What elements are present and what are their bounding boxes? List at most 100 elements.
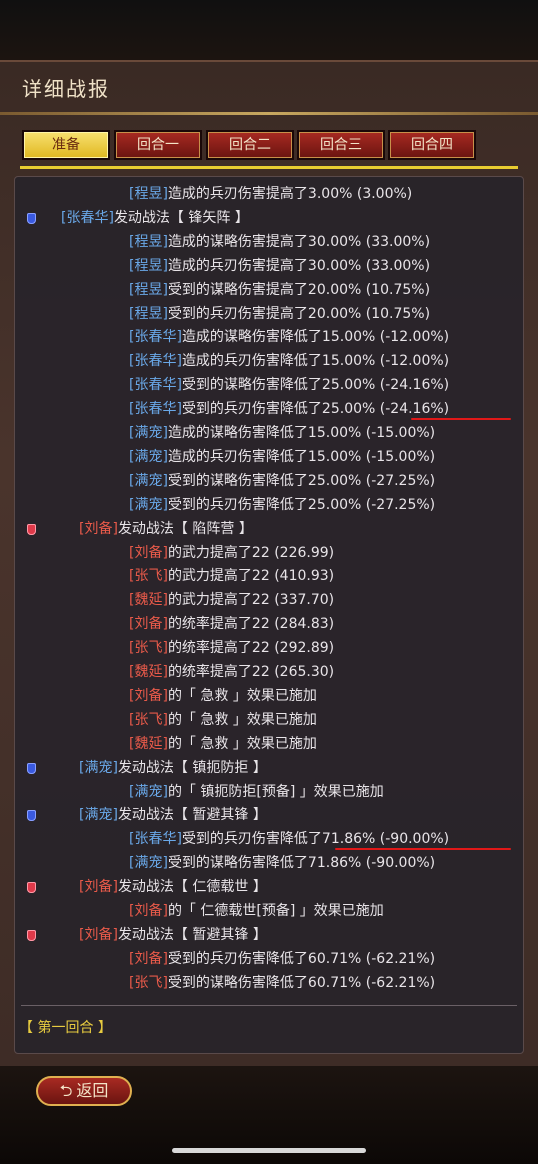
log-text: 的「 仁德载世[预备] 」效果已施加 [167, 903, 384, 919]
general-name: [满宠] [129, 783, 168, 800]
log-text: 的统率提高了22 (284.83) [167, 616, 335, 633]
general-name: [满宠] [129, 496, 168, 513]
blue-team-marker-icon [27, 810, 36, 822]
general-name: [张春华] [129, 329, 182, 346]
general-name: [程昱] [129, 257, 168, 274]
tab-round-3[interactable]: 回合三 [297, 130, 385, 160]
log-text: 受到的兵刃伤害提高了20.00% (10.75%) [167, 305, 431, 322]
log-text: 受到的谋略伤害降低了25.00% (-27.25%) [167, 472, 436, 489]
general-name: [程昱] [129, 186, 168, 202]
general-name: [刘备] [129, 950, 168, 967]
blue-team-marker-icon [27, 762, 36, 774]
log-text: 发动战法【 仁德载世 】 [117, 879, 267, 896]
log-entry: [魏延]的统率提高了22 (265.30) [129, 660, 334, 684]
general-name: [满宠] [79, 759, 118, 776]
log-text: 受到的谋略伤害降低了60.71% (-62.21%) [167, 974, 436, 991]
log-text: 的统率提高了22 (292.89) [167, 640, 335, 657]
general-name: [程昱] [129, 233, 168, 250]
general-name: [刘备] [79, 879, 118, 896]
back-button[interactable]: ⮌ 返回 [36, 1076, 132, 1106]
general-name: [张飞] [129, 974, 168, 991]
general-name: [张春华] [129, 377, 182, 394]
highlight-underline [411, 418, 511, 421]
page-title: 详细战报 [22, 77, 110, 101]
round-label: 【 第一回合 】 [19, 1020, 112, 1036]
log-entry: [刘备]发动战法【 仁德载世 】 [79, 875, 267, 899]
log-entry: [程昱]造成的兵刃伤害提高了30.00% (33.00%) [129, 254, 430, 278]
log-text: 受到的谋略伤害降低了25.00% (-24.16%) [181, 377, 450, 394]
log-entry: [刘备]的「 急救 」效果已施加 [129, 684, 317, 708]
log-text: 发动战法【 暂避其锋 】 [117, 807, 267, 824]
general-name: [张春华] [61, 209, 114, 226]
log-text: 的「 急救 」效果已施加 [167, 735, 317, 752]
log-entry: [程昱]受到的谋略伤害提高了20.00% (10.75%) [129, 278, 430, 302]
log-entry: [张飞]受到的谋略伤害降低了60.71% (-62.21%) [129, 971, 435, 995]
general-name: [刘备] [129, 687, 168, 704]
log-entry: [程昱]受到的兵刃伤害提高了20.00% (10.75%) [129, 302, 430, 326]
log-entry: [刘备]的统率提高了22 (284.83) [129, 612, 334, 636]
log-entry: [魏延]的武力提高了22 (337.70) [129, 588, 334, 612]
general-name: [刘备] [129, 903, 168, 919]
battle-log[interactable]: 【 第一回合 】 [程昱]造成的兵刃伤害提高了3.00% (3.00%) [张春华… [14, 176, 524, 1054]
log-entry: [满宠]受到的谋略伤害降低了25.00% (-27.25%) [129, 469, 435, 493]
log-text: 受到的兵刃伤害降低了25.00% (-27.25%) [167, 496, 436, 513]
general-name: [张飞] [129, 711, 168, 728]
general-name: [张春华] [129, 353, 182, 370]
tab-prepare[interactable]: 准备 [22, 130, 110, 160]
general-name: [魏延] [129, 592, 168, 609]
round-tabs: 准备 回合一 回合二 回合三 回合四 [20, 126, 518, 169]
log-divider [21, 1005, 517, 1006]
log-text: 发动战法【 镇扼防拒 】 [117, 759, 267, 776]
log-entry: [张春华]发动战法【 锋矢阵 】 [61, 206, 249, 230]
log-entry: [满宠]造成的谋略伤害降低了15.00% (-15.00%) [129, 421, 435, 445]
log-text: 的「 急救 」效果已施加 [167, 687, 317, 704]
log-entry: [张飞]的「 急救 」效果已施加 [129, 708, 317, 732]
tab-round-4[interactable]: 回合四 [388, 130, 476, 160]
general-name: [刘备] [79, 520, 118, 537]
log-text: 造成的兵刃伤害提高了3.00% (3.00%) [167, 186, 413, 202]
log-entry: [满宠]的「 镇扼防拒[预备] 」效果已施加 [129, 780, 384, 804]
log-text: 受到的兵刃伤害降低了25.00% (-24.16%) [181, 401, 450, 418]
tab-round-2[interactable]: 回合二 [206, 130, 294, 160]
log-text: 的武力提高了22 (410.93) [167, 568, 335, 585]
red-team-marker-icon [27, 523, 36, 535]
general-name: [张飞] [129, 640, 168, 657]
general-name: [张飞] [129, 568, 168, 585]
back-label: 返回 [76, 1081, 109, 1100]
log-entry: [刘备]发动战法【 暂避其锋 】 [79, 923, 267, 947]
blue-team-marker-icon [27, 212, 36, 224]
log-entry: [张飞]的武力提高了22 (410.93) [129, 564, 334, 588]
log-entry: [满宠]受到的谋略伤害降低了71.86% (-90.00%) [129, 851, 435, 875]
log-text: 发动战法【 暂避其锋 】 [117, 926, 267, 943]
general-name: [程昱] [129, 305, 168, 322]
log-text: 受到的兵刃伤害降低了71.86% (-90.00%) [181, 831, 450, 848]
log-text: 受到的谋略伤害提高了20.00% (10.75%) [167, 281, 431, 298]
log-text: 受到的谋略伤害降低了71.86% (-90.00%) [167, 855, 436, 872]
red-team-marker-icon [27, 882, 36, 894]
log-entry: [刘备]的「 仁德载世[预备] 」效果已施加 [129, 899, 384, 923]
red-team-marker-icon [27, 929, 36, 941]
log-text: 的「 急救 」效果已施加 [167, 711, 317, 728]
title-divider [0, 112, 538, 115]
log-entry: [刘备]受到的兵刃伤害降低了60.71% (-62.21%) [129, 947, 435, 971]
general-name: [满宠] [79, 807, 118, 824]
log-entry: [满宠]受到的兵刃伤害降低了25.00% (-27.25%) [129, 493, 435, 517]
home-indicator[interactable] [172, 1148, 366, 1153]
log-text: 的「 镇扼防拒[预备] 」效果已施加 [167, 783, 384, 800]
log-entry: [程昱]造成的谋略伤害提高了30.00% (33.00%) [129, 230, 430, 254]
tab-round-1[interactable]: 回合一 [114, 130, 202, 160]
general-name: [满宠] [129, 448, 168, 465]
general-name: [刘备] [79, 926, 118, 943]
log-entry: [魏延]的「 急救 」效果已施加 [129, 732, 317, 756]
log-text: 造成的谋略伤害提高了30.00% (33.00%) [167, 233, 431, 250]
log-text: 造成的谋略伤害降低了15.00% (-15.00%) [167, 425, 436, 441]
log-entry: [张飞]的统率提高了22 (292.89) [129, 636, 334, 660]
log-entry: [张春华]造成的兵刃伤害降低了15.00% (-12.00%) [129, 349, 449, 373]
log-text: 的武力提高了22 (226.99) [167, 544, 335, 561]
log-entry: [满宠]造成的兵刃伤害降低了15.00% (-15.00%) [129, 445, 435, 469]
return-arrow-icon: ⮌ [59, 1081, 73, 1100]
log-entry: [程昱]造成的兵刃伤害提高了3.00% (3.00%) [129, 182, 412, 206]
log-text: 的统率提高了22 (265.30) [167, 664, 335, 680]
log-entry: [张春华]造成的谋略伤害降低了15.00% (-12.00%) [129, 325, 449, 349]
status-bar-area [0, 0, 538, 60]
